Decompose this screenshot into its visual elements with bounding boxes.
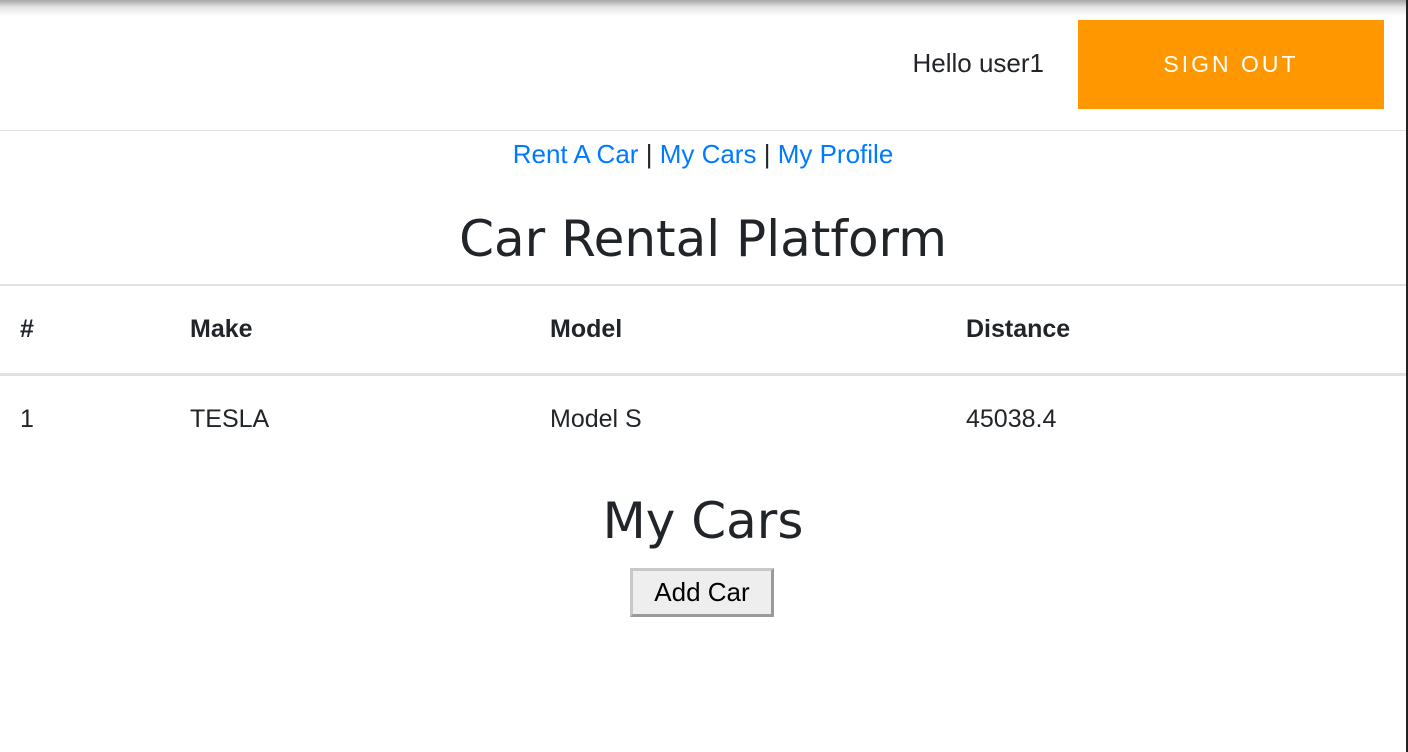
cars-table-container: # Make Model Distance 1 TESLA Model S 45… [0,284,1406,464]
cell-distance: 45038.4 [966,405,1057,434]
table-header: # Make Model Distance [0,284,1406,376]
nav-link-my-profile[interactable]: My Profile [778,139,894,169]
column-header-model: Model [530,284,946,376]
cell-make: TESLA [190,405,270,434]
my-cars-heading: My Cars [602,492,804,550]
column-header-number: # [0,284,170,376]
column-header-make: Make [170,284,530,376]
add-car-button[interactable]: Add Car [630,568,774,617]
header-bar: Hello user1 SIGN OUT [0,0,1406,131]
table-row: 1 TESLA Model S 45038.4 [0,374,1406,464]
nav-separator: | [763,139,771,169]
user-greeting: Hello user1 [912,48,1044,78]
table-header-row: # Make Model Distance [0,284,1406,376]
cell-number: 1 [20,405,34,434]
column-header-distance: Distance [946,284,1406,376]
nav-separator: | [645,139,653,169]
page-title: Car Rental Platform [459,210,947,268]
cell-model: Model S [550,405,642,434]
header-shadow [0,0,1406,16]
table-body: 1 TESLA Model S 45038.4 [0,374,1406,464]
cars-table: # Make Model Distance 1 TESLA Model S 45… [0,284,1406,464]
page: Hello user1 SIGN OUT Rent A Car | My Car… [0,0,1408,752]
main-nav: Rent A Car | My Cars | My Profile [0,137,1406,171]
nav-link-rent-a-car[interactable]: Rent A Car [513,139,639,169]
nav-link-my-cars[interactable]: My Cars [660,139,757,169]
sign-out-button[interactable]: SIGN OUT [1078,20,1384,109]
